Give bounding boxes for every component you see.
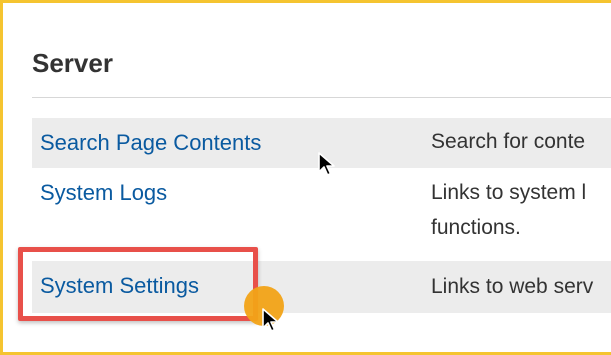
section-divider — [32, 97, 611, 98]
mouse-pointer-icon — [318, 152, 335, 176]
section-title: Server — [32, 48, 113, 78]
row-description: Links to web serv — [431, 275, 594, 298]
row-description: Links to system l functions. — [431, 175, 611, 245]
system-settings-highlight — [18, 247, 258, 321]
row-description-line: functions. — [431, 216, 521, 239]
search-page-contents-link[interactable]: Search Page Contents — [40, 130, 261, 156]
table-row: System Logs Links to system l functions. — [32, 170, 611, 258]
system-logs-link[interactable]: System Logs — [40, 180, 167, 206]
row-description-line: Links to system l — [431, 181, 587, 204]
row-description: Search for conte — [431, 130, 586, 153]
mouse-pointer-icon — [262, 308, 279, 332]
